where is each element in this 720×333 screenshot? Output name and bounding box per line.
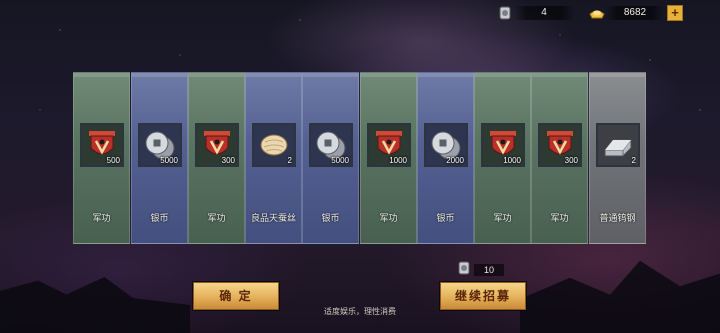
reward-name: 银币 (436, 213, 455, 223)
reward-name: 军功 (493, 213, 512, 223)
recruit-token-icon (496, 4, 514, 22)
add-gold-button[interactable]: + (667, 5, 683, 21)
reward-card: 1000 军功 (474, 72, 531, 244)
reward-card: 2 普通钨钢 (589, 72, 646, 244)
reward-quantity: 5000 (160, 156, 178, 165)
reward-quantity: 300 (564, 156, 578, 165)
reward-name: 普通钨钢 (599, 213, 636, 223)
reward-item-slot[interactable]: 300 (195, 123, 239, 167)
gold-ingot-icon (588, 4, 606, 22)
reward-item-slot[interactable]: 2000 (424, 123, 468, 167)
recruit-token-counter: 4 (496, 4, 574, 22)
reward-quantity: 2 (631, 156, 636, 165)
reward-quantity: 5000 (331, 156, 349, 165)
reward-quantity: 1000 (503, 156, 521, 165)
reward-item-slot[interactable]: 5000 (309, 123, 353, 167)
recruit-token-count: 4 (514, 6, 574, 20)
confirm-button[interactable]: 确 定 (193, 282, 279, 310)
reward-quantity: 2 (287, 156, 292, 165)
reward-card: 300 军功 (531, 72, 588, 244)
reward-name: 良品天蚕丝 (250, 213, 296, 223)
continue-recruit-button[interactable]: 继续招募 (440, 282, 526, 310)
background-silhouette-left (0, 277, 190, 333)
reward-name: 银币 (321, 213, 340, 223)
reward-item-slot[interactable]: 500 (80, 123, 124, 167)
reward-card: 2000 银币 (417, 72, 474, 244)
recruit-token-icon (456, 260, 472, 281)
reward-item-slot[interactable]: 1000 (367, 123, 411, 167)
reward-item-slot[interactable]: 2 (252, 123, 296, 167)
reward-quantity: 300 (221, 156, 235, 165)
recruit-cost-value: 10 (474, 264, 505, 276)
reward-card: 5000 银币 (302, 72, 359, 244)
health-notice: 适度娱乐，理性消费 (324, 307, 396, 316)
reward-name: 军功 (379, 213, 398, 223)
reward-card: 2 良品天蚕丝 (245, 72, 302, 244)
reward-item-slot[interactable]: 2 (596, 123, 640, 167)
reward-name: 银币 (150, 213, 169, 223)
reward-card: 1000 军功 (360, 72, 417, 244)
reward-name: 军功 (92, 213, 111, 223)
reward-item-slot[interactable]: 1000 (481, 123, 525, 167)
reward-name: 军功 (207, 213, 226, 223)
reward-name: 军功 (550, 213, 569, 223)
reward-quantity: 2000 (446, 156, 464, 165)
reward-quantity: 1000 (389, 156, 407, 165)
reward-card: 300 军功 (188, 72, 245, 244)
gold-counter: 8682 + (588, 4, 683, 22)
reward-card: 5000 银币 (131, 72, 188, 244)
reward-card: 500 军功 (73, 72, 130, 244)
reward-item-slot[interactable]: 5000 (138, 123, 182, 167)
reward-item-slot[interactable]: 300 (538, 123, 582, 167)
reward-quantity: 500 (106, 156, 120, 165)
recruit-cost: 10 (456, 260, 505, 281)
background-silhouette-right (520, 260, 720, 333)
gold-count: 8682 (606, 6, 664, 20)
